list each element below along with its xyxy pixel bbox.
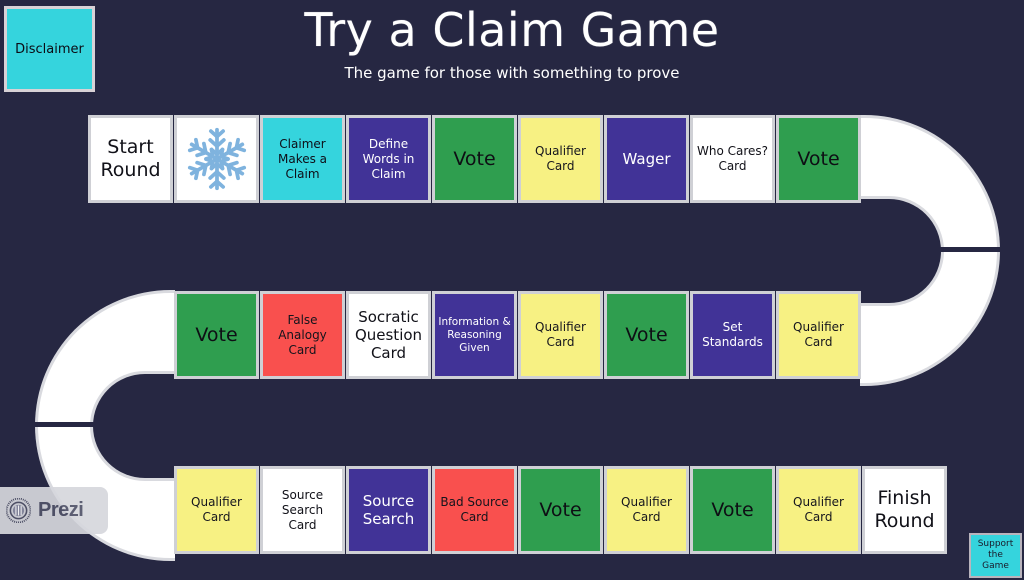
board-card-label: Who Cares? Card — [696, 144, 769, 173]
board-card[interactable]: Qualifier Card — [518, 291, 603, 379]
board-card[interactable]: Vote — [690, 466, 775, 554]
board-card[interactable]: Source Search Card — [260, 466, 345, 554]
board-card-label: Information & Reasoning Given — [438, 315, 511, 354]
board-card[interactable]: Information & Reasoning Given — [432, 291, 517, 379]
prezi-logo-badge[interactable]: Prezi — [0, 487, 108, 534]
board-card[interactable]: Vote — [604, 291, 689, 379]
board-card[interactable]: Qualifier Card — [174, 466, 259, 554]
board-card[interactable]: Socratic Question Card — [346, 291, 431, 379]
board-path-turn-left-seam — [33, 422, 105, 427]
board-card[interactable]: Finish Round — [862, 466, 947, 554]
board-card[interactable]: Who Cares? Card — [690, 115, 775, 203]
board-card[interactable]: Vote — [776, 115, 861, 203]
board-card[interactable]: Claimer Makes a Claim — [260, 115, 345, 203]
page-subtitle: The game for those with something to pro… — [344, 64, 680, 82]
board-card-label: Vote — [797, 147, 840, 170]
board-card-label: Finish Round — [874, 487, 935, 532]
board-card[interactable]: Vote — [518, 466, 603, 554]
board-card[interactable]: Qualifier Card — [776, 291, 861, 379]
board-card[interactable]: Qualifier Card — [518, 115, 603, 203]
board-card-label: Qualifier Card — [535, 320, 586, 349]
board-path-turn-left-inner — [90, 371, 202, 481]
board-card-label: Vote — [195, 323, 238, 346]
board-card[interactable]: False Analogy Card — [260, 291, 345, 379]
board-card-label: Qualifier Card — [793, 495, 844, 524]
board-card-label: Qualifier Card — [191, 495, 242, 524]
board-path-turn-right-inner — [832, 196, 944, 306]
board-card[interactable]: Start Round — [88, 115, 173, 203]
prezi-canvas: Try a Claim Game The game for those with… — [0, 0, 1024, 580]
page-title: Try a Claim Game — [304, 3, 720, 57]
board-card[interactable]: Wager — [604, 115, 689, 203]
board-card-label: Start Round — [100, 136, 161, 181]
board-card[interactable]: Source Search — [346, 466, 431, 554]
board-path-turn-right-seam — [930, 247, 1002, 252]
disclaimer-button[interactable]: Disclaimer — [4, 6, 95, 92]
snowflake-icon — [177, 125, 256, 193]
board-card-label: Wager — [622, 150, 671, 168]
support-button-line3: Game — [982, 561, 1009, 571]
board-card-label: Set Standards — [702, 320, 763, 349]
support-button-line1: Support — [977, 539, 1014, 549]
board-card[interactable] — [174, 115, 259, 203]
board-card-label: Bad Source Card — [440, 495, 509, 524]
board-card[interactable]: Qualifier Card — [776, 466, 861, 554]
board-card[interactable]: Set Standards — [690, 291, 775, 379]
board-card-label: Source Search — [362, 492, 415, 528]
board-card-label: Claimer Makes a Claim — [277, 136, 328, 181]
board-card-label: Vote — [711, 498, 754, 521]
board-card-label: Define Words in Claim — [362, 136, 415, 181]
prezi-mark-icon — [5, 497, 32, 524]
board-card[interactable]: Define Words in Claim — [346, 115, 431, 203]
board-card-label: Socratic Question Card — [354, 308, 423, 362]
disclaimer-button-label: Disclaimer — [15, 41, 84, 57]
board-card[interactable]: Bad Source Card — [432, 466, 517, 554]
board-card[interactable]: Qualifier Card — [604, 466, 689, 554]
board-card-label: Vote — [625, 323, 668, 346]
support-the-game-button[interactable]: Support the Game — [969, 533, 1022, 578]
board-card-label: Qualifier Card — [621, 495, 672, 524]
board-card-label: False Analogy Card — [278, 312, 327, 357]
support-button-line2: the — [988, 550, 1003, 560]
board-card-label: Source Search Card — [281, 487, 324, 532]
board-card-label: Qualifier Card — [535, 144, 586, 173]
board-card[interactable]: Vote — [432, 115, 517, 203]
board-card[interactable]: Vote — [174, 291, 259, 379]
board-card-label: Vote — [539, 498, 582, 521]
prezi-wordmark: Prezi — [38, 499, 84, 521]
board-card-label: Vote — [453, 147, 496, 170]
board-card-label: Qualifier Card — [793, 320, 844, 349]
